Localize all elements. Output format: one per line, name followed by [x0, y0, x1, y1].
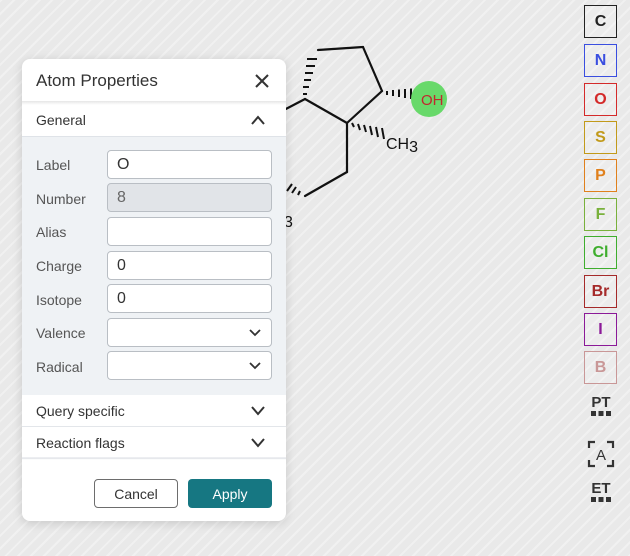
chevron-down-icon [251, 438, 265, 448]
atom-s-button[interactable]: S [584, 121, 617, 154]
number-input [107, 183, 272, 212]
bond-ring-lower [345, 89, 384, 125]
reaction-flags-label: Reaction flags [36, 435, 125, 451]
chevron-down-icon [251, 406, 265, 416]
charge-input[interactable] [107, 251, 272, 280]
molecule-bonds [280, 45, 384, 198]
cancel-button[interactable]: Cancel [94, 479, 178, 508]
atom-b-button[interactable]: B [584, 351, 617, 384]
general-section-body: Label Number Alias Charge Isotope Valenc… [22, 136, 286, 395]
bond-ring-junction-top [303, 97, 349, 125]
query-specific-section-header[interactable]: Query specific [22, 395, 286, 427]
label-field-label: Label [36, 157, 71, 173]
hash-bond-ch3 [351, 122, 385, 140]
bond-ring-bottom [303, 170, 349, 198]
atom-br-button[interactable]: Br [584, 275, 617, 308]
close-icon[interactable] [251, 70, 273, 92]
oh-label[interactable]: OH [421, 92, 444, 109]
alias-field-label: Alias [36, 224, 67, 240]
label-input[interactable] [107, 150, 272, 179]
chevron-down-icon [249, 362, 261, 370]
radical-select[interactable] [107, 351, 272, 380]
atom-properties-dialog: Atom Properties General Label Number Ali… [22, 59, 286, 521]
svg-text:PT: PT [591, 394, 610, 411]
radical-field-label: Radical [36, 359, 83, 375]
query-specific-label: Query specific [36, 403, 125, 419]
footer-divider [22, 457, 286, 460]
charge-field-label: Charge [36, 258, 82, 274]
chevron-up-icon [251, 115, 265, 125]
atom-p-button[interactable]: P [584, 159, 617, 192]
hash-bond-bottom-left [286, 183, 301, 196]
text-select-icon[interactable]: A [586, 439, 616, 469]
extended-table-icon[interactable]: ET [586, 477, 616, 507]
atom-i-button[interactable]: I [584, 313, 617, 346]
atom-f-button[interactable]: F [584, 198, 617, 231]
ch3-label[interactable]: CH3 [386, 136, 418, 156]
alias-input[interactable] [107, 217, 272, 246]
atom-c-button[interactable]: C [584, 5, 617, 38]
svg-text:A: A [596, 447, 606, 464]
periodic-table-icon[interactable]: PT [586, 391, 616, 421]
valence-select[interactable] [107, 318, 272, 347]
atom-o-button[interactable]: O [584, 83, 617, 116]
reaction-flags-section-header[interactable]: Reaction flags [22, 427, 286, 459]
isotope-input[interactable] [107, 284, 272, 313]
isotope-field-label: Isotope [36, 292, 82, 308]
general-section-header[interactable]: General [22, 105, 286, 135]
bond-ring-right [361, 45, 384, 93]
svg-text:ET: ET [591, 480, 610, 497]
atom-n-button[interactable]: N [584, 44, 617, 77]
chevron-down-icon [249, 329, 261, 337]
bond-ring-top [316, 45, 365, 52]
valence-field-label: Valence [36, 325, 86, 341]
atom-cl-button[interactable]: Cl [584, 236, 617, 269]
hash-bond-top [303, 58, 317, 95]
dialog-title: Atom Properties [36, 71, 158, 90]
dialog-header: Atom Properties [22, 59, 286, 103]
general-section-label: General [36, 112, 86, 128]
apply-button[interactable]: Apply [188, 479, 272, 508]
hash-bond-oh [386, 88, 412, 99]
number-field-label: Number [36, 191, 86, 207]
